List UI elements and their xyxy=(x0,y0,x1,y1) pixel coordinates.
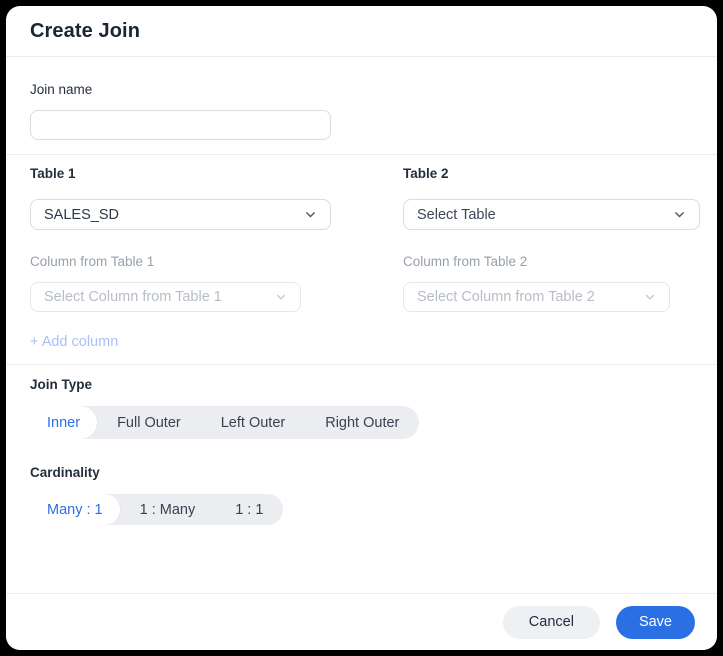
cardinality-segmented-control: Many : 1 1 : Many 1 : 1 xyxy=(30,494,283,525)
save-button[interactable]: Save xyxy=(616,606,695,639)
chevron-down-icon xyxy=(304,208,317,221)
cardinality-option-many-1[interactable]: Many : 1 xyxy=(30,494,120,525)
table2-cell: Table 2 Select Table Column from Table 2… xyxy=(403,166,700,350)
chevron-down-icon xyxy=(275,291,287,303)
chevron-down-icon xyxy=(673,208,686,221)
table2-label: Table 2 xyxy=(403,166,449,182)
column1-placeholder: Select Column from Table 1 xyxy=(44,289,222,305)
table1-selected-value: SALES_SD xyxy=(44,207,119,223)
column2-placeholder: Select Column from Table 2 xyxy=(417,289,595,305)
join-type-label: Join Type xyxy=(30,377,693,393)
join-type-segmented-control: Inner Full Outer Left Outer Right Outer xyxy=(30,406,419,439)
cardinality-section: Cardinality Many : 1 1 : Many 1 : 1 xyxy=(30,465,693,525)
cardinality-option-1-many[interactable]: 1 : Many xyxy=(120,494,216,525)
table1-select[interactable]: SALES_SD xyxy=(30,199,331,230)
cardinality-label: Cardinality xyxy=(30,465,693,481)
create-join-dialog: Create Join Join name Table 1 SALES_SD C… xyxy=(6,6,717,650)
join-type-option-inner[interactable]: Inner xyxy=(30,406,97,439)
join-name-label: Join name xyxy=(30,82,693,98)
join-name-input[interactable] xyxy=(30,110,331,140)
join-type-option-right-outer[interactable]: Right Outer xyxy=(305,406,419,439)
table1-cell: Table 1 SALES_SD Column from Table 1 Sel… xyxy=(30,166,331,350)
table2-placeholder: Select Table xyxy=(417,207,496,223)
join-type-section: Join Type Inner Full Outer Left Outer Ri… xyxy=(6,377,717,525)
join-type-option-full-outer[interactable]: Full Outer xyxy=(97,406,201,439)
column2-select[interactable]: Select Column from Table 2 xyxy=(403,282,670,312)
cardinality-option-1-1[interactable]: 1 : 1 xyxy=(215,494,283,525)
divider xyxy=(6,364,717,365)
cancel-button[interactable]: Cancel xyxy=(503,606,600,639)
table2-select[interactable]: Select Table xyxy=(403,199,700,230)
column1-label: Column from Table 1 xyxy=(30,254,154,270)
dialog-footer: Cancel Save xyxy=(6,593,717,650)
column1-select[interactable]: Select Column from Table 1 xyxy=(30,282,301,312)
table1-label: Table 1 xyxy=(30,166,76,182)
tables-columns-grid: Table 1 SALES_SD Column from Table 1 Sel… xyxy=(30,155,693,364)
chevron-down-icon xyxy=(644,291,656,303)
join-type-option-left-outer[interactable]: Left Outer xyxy=(201,406,305,439)
dialog-header: Create Join xyxy=(6,6,717,57)
join-name-section: Join name xyxy=(6,82,717,154)
add-column-link[interactable]: + Add column xyxy=(30,334,118,350)
column2-label: Column from Table 2 xyxy=(403,254,527,270)
dialog-title: Create Join xyxy=(30,20,140,43)
